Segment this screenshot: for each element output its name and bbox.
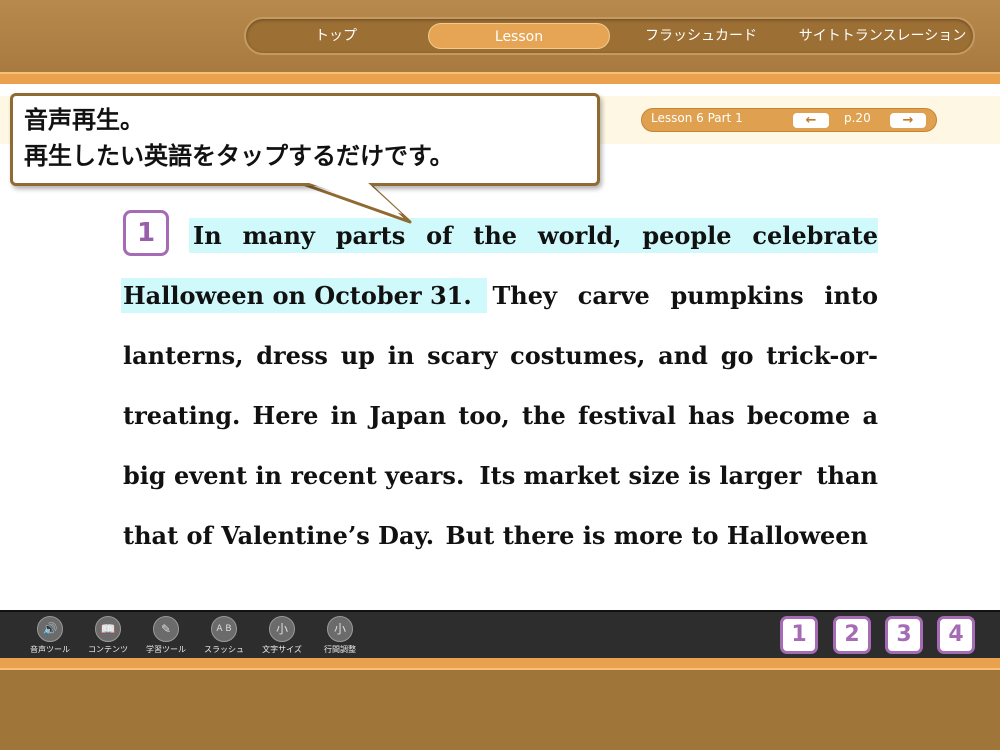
word[interactable]: treating. [123,401,240,430]
callout-line-2: 再生したい英語をタップするだけです。 [24,142,454,170]
word[interactable]: people [642,221,731,250]
word[interactable]: of [426,221,452,250]
paragraph-button-4[interactable]: 4 [937,616,975,654]
word[interactable]: in [331,401,358,430]
audio-tool-button[interactable]: 🔊 音声ツール [22,616,78,655]
paragraph-button-3[interactable]: 3 [885,616,923,654]
word[interactable]: In [193,221,222,250]
next-page-button[interactable]: → [890,113,926,128]
word[interactable]: They [492,281,557,310]
word[interactable]: and [658,341,708,370]
nav-flashcard[interactable]: フラッシュカード [612,23,790,49]
word[interactable]: carve [578,281,650,310]
word[interactable]: too, [458,401,509,430]
font-size-icon: 小 [269,616,295,642]
nav-sight-translation[interactable]: サイトトランスレーション [792,23,973,49]
paragraph-button-2[interactable]: 2 [833,616,871,654]
word[interactable]: Here [253,401,319,430]
word[interactable]: But there is more to Halloween [446,521,868,550]
tool-label: 音声ツール [30,645,70,654]
line-spacing-button[interactable]: 小 行間調整 [312,616,368,655]
word[interactable]: become [747,401,850,430]
word[interactable]: costumes, [510,341,645,370]
word[interactable]: Japan [369,401,446,430]
word[interactable]: Its market size is larger [479,461,801,490]
word[interactable]: celebrate [752,221,878,250]
word[interactable]: big event in recent years. [123,461,464,490]
word[interactable]: has [688,401,735,430]
word[interactable]: parts [336,221,406,250]
word[interactable]: the [522,401,566,430]
font-size-button[interactable]: 小 文字サイズ [254,616,310,655]
word[interactable]: pumpkins [670,281,803,310]
tool-label: 行間調整 [324,645,356,654]
word[interactable]: that of Valentine’s Day. [123,521,434,550]
word[interactable]: scary [427,341,497,370]
tool-label: コンテンツ [88,645,128,654]
top-stripe [0,72,1000,84]
slash-button[interactable]: A B スラッシュ [196,616,252,655]
word[interactable]: a [862,401,878,430]
arrow-left-icon: ← [805,113,817,128]
nav-lesson[interactable]: Lesson [428,23,610,49]
study-tool-button[interactable]: ✎ 学習ツール [138,616,194,655]
word[interactable]: the [473,221,517,250]
word[interactable]: up [341,341,375,370]
slash-icon: A B [211,616,237,642]
word[interactable]: dress [256,341,328,370]
callout-text: 音声再生。 再生したい英語をタップするだけです。 [24,102,454,174]
word[interactable]: in [388,341,415,370]
word[interactable]: many [243,221,315,250]
arrow-right-icon: → [902,113,914,128]
line-spacing-icon: 小 [327,616,353,642]
study-tool-icon: ✎ [153,616,179,642]
nav-top[interactable]: トップ [246,23,426,49]
tool-label: 学習ツール [146,645,186,654]
bottom-stripe [0,658,1000,670]
lesson-label: Lesson 6 Part 1 [651,111,743,125]
page-number: p.20 [844,111,871,125]
tool-label: スラッシュ [204,645,244,654]
speaker-icon: 🔊 [37,616,63,642]
word[interactable]: festival [578,401,676,430]
contents-button[interactable]: 📖 コンテンツ [80,616,136,655]
prev-page-button[interactable]: ← [793,113,829,128]
word[interactable]: than [816,461,878,490]
word[interactable]: go [721,341,754,370]
word[interactable]: into [824,281,878,310]
tip-callout: 音声再生。 再生したい英語をタップするだけです。 [10,93,600,186]
word[interactable]: lanterns, [123,341,243,370]
word[interactable]: Halloween on October 31. [123,281,472,310]
tool-label: 文字サイズ [262,645,302,654]
word[interactable]: world, [538,221,622,250]
book-icon: 📖 [95,616,121,642]
paragraph-button-1[interactable]: 1 [780,616,818,654]
word[interactable]: trick-or- [766,341,878,370]
paragraph-number: 1 [123,210,169,256]
main-nav: トップ Lesson フラッシュカード サイトトランスレーション [244,17,975,55]
callout-line-1: 音声再生。 [24,106,144,134]
